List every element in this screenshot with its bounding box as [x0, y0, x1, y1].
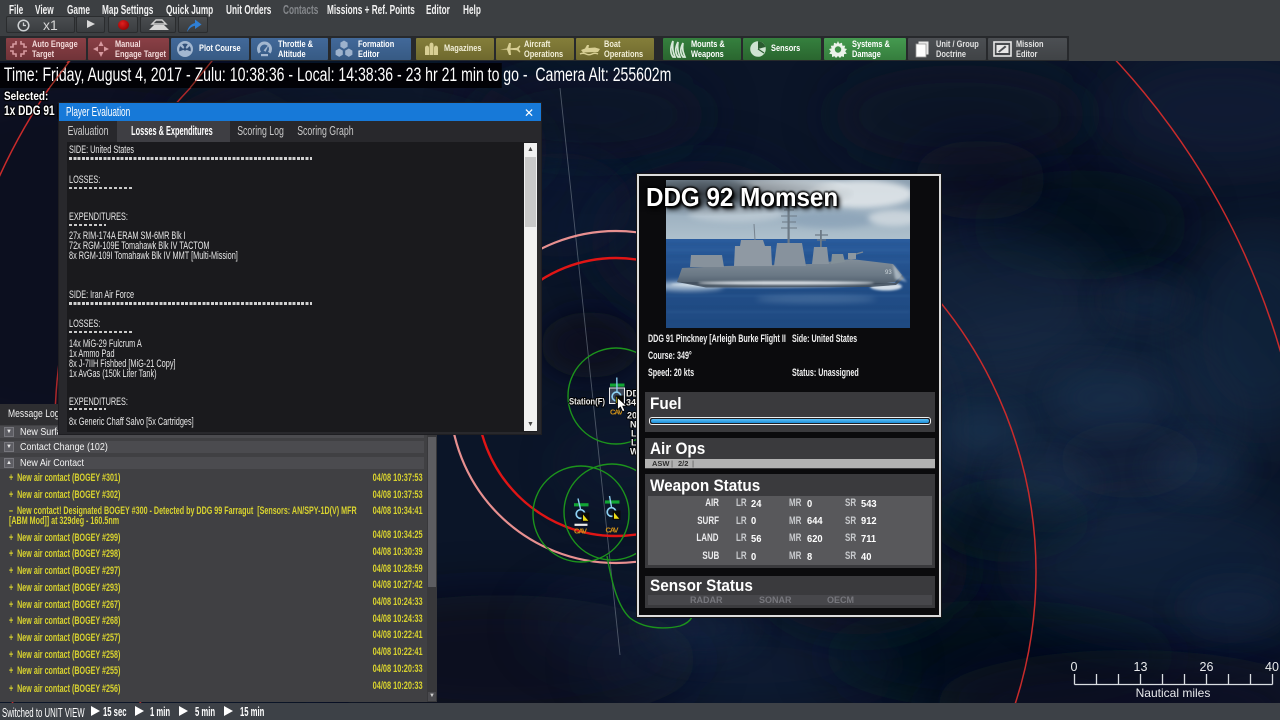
svg-text:Station(F): Station(F)	[569, 397, 605, 407]
svg-text:40: 40	[1265, 660, 1279, 674]
svg-text:0: 0	[1071, 660, 1078, 674]
svg-text:93: 93	[885, 270, 892, 276]
svg-text:13: 13	[1134, 660, 1148, 674]
svg-text:Nautical miles: Nautical miles	[1136, 686, 1211, 700]
svg-text:26: 26	[1200, 660, 1214, 674]
svg-text:CAV: CAV	[606, 526, 619, 535]
svg-text:CAV: CAV	[574, 527, 587, 536]
